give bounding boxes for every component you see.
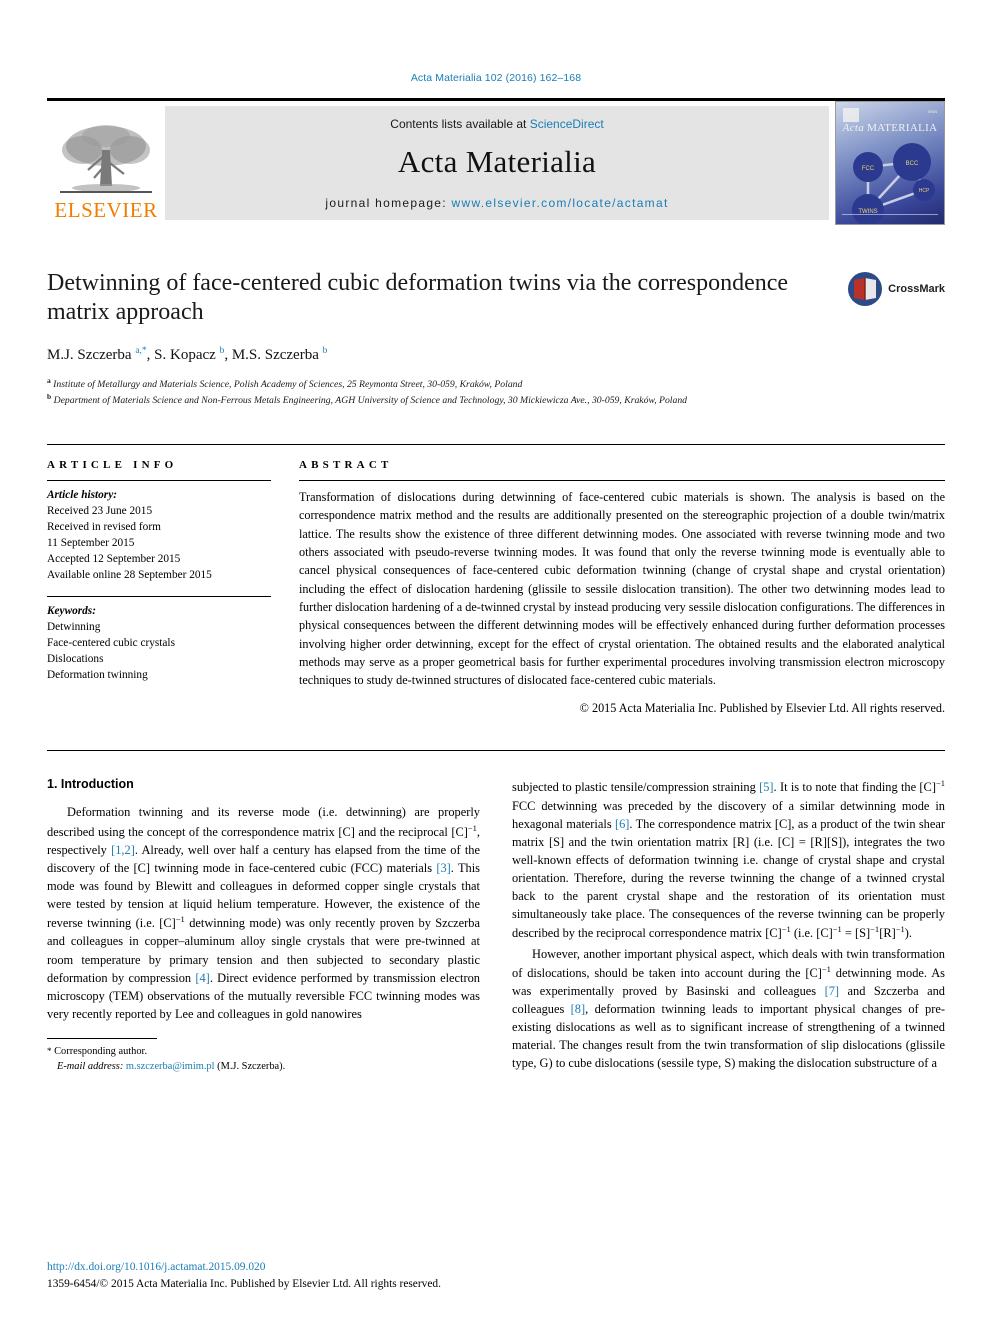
cover-corner-text: ISSN (927, 109, 937, 114)
history-item: Received 23 June 2015 (47, 505, 153, 518)
cover-publisher-mark (843, 108, 859, 122)
running-head: Acta Materialia 102 (2016) 162–168 (410, 72, 582, 84)
history-item: 11 September 2015 (47, 537, 135, 550)
journal-homepage-link[interactable]: www.elsevier.com/locate/actamat (452, 196, 669, 210)
crossmark-icon (848, 272, 883, 306)
footnote-line-2: E-mail address: m.szczerba@imim.pl (M.J.… (47, 1059, 480, 1074)
journal-title: Acta Materialia (397, 144, 597, 179)
page-title: Detwinning of face-centered cubic deform… (47, 270, 789, 326)
info-abstract-region: ARTICLE INFO Article history: Received 2… (47, 444, 945, 716)
article-info-column: ARTICLE INFO Article history: Received 2… (47, 459, 271, 716)
elsevier-logo: ELSEVIER (47, 101, 165, 225)
journal-article-page: Acta Materialia 102 (2016) 162–168 ELSEV… (0, 0, 992, 1323)
body-column-right: subjected to plastic tensile/compression… (512, 777, 945, 1074)
svg-text:FCC: FCC (862, 166, 875, 172)
affiliation-list: a Institute of Metallurgy and Materials … (47, 376, 945, 409)
email-owner: (M.J. Szczerba). (217, 1061, 286, 1073)
cover-network-diagram: FCC BCC HCP TWINS (852, 143, 935, 224)
affiliation-marker-a: a (47, 375, 51, 385)
doi-link[interactable]: http://dx.doi.org/10.1016/j.actamat.2015… (47, 1261, 265, 1273)
history-item: Received in revised form (47, 521, 161, 534)
page-footer: http://dx.doi.org/10.1016/j.actamat.2015… (47, 1259, 945, 1293)
affiliation-b: b Department of Materials Science and No… (47, 392, 945, 408)
corresponding-author-footnote: * Corresponding author. E-mail address: … (47, 1038, 480, 1074)
keywords-label: Keywords: (47, 605, 96, 618)
contents-available-line: Contents lists available at ScienceDirec… (390, 117, 603, 131)
journal-homepage-label: journal homepage: (325, 196, 452, 210)
email-address-label: E-mail address: (57, 1061, 124, 1073)
footnote-star-marker: * (47, 1046, 52, 1057)
abstract-text: Transformation of dislocations during de… (299, 490, 945, 688)
journal-masthead: ELSEVIER Contents lists available at Sci… (47, 98, 945, 225)
journal-homepage-line: journal homepage: www.elsevier.com/locat… (325, 196, 668, 210)
history-item: Available online 28 September 2015 (47, 569, 212, 582)
contents-available-text: Contents lists available at (390, 117, 530, 131)
abstract-copyright: © 2015 Acta Materialia Inc. Published by… (579, 701, 945, 716)
article-info-heading: ARTICLE INFO (47, 459, 178, 472)
history-item: Accepted 12 September 2015 (47, 553, 181, 566)
body-column-left: 1. Introduction Deformation twinning and… (47, 777, 480, 1074)
cover-title-italic: Acta (842, 122, 865, 134)
email-link[interactable]: m.szczerba@imim.pl (126, 1061, 215, 1072)
elsevier-tree-icon (60, 125, 152, 193)
keyword-item: Dislocations (47, 653, 104, 666)
journal-band: Contents lists available at ScienceDirec… (165, 106, 829, 220)
keyword-item: Detwinning (47, 621, 101, 634)
cover-title-caps: MATERIALIA (867, 122, 938, 134)
abstract-column: ABSTRACT Transformation of dislocations … (299, 459, 945, 716)
abstract-heading: ABSTRACT (299, 459, 393, 472)
issn-copyright-line: 1359-6454/© 2015 Acta Materialia Inc. Pu… (47, 1277, 441, 1290)
paragraph: Deformation twinning and its reverse mod… (47, 805, 481, 1021)
paragraph: subjected to plastic tensile/compression… (512, 778, 946, 941)
affiliation-a-text: Institute of Metallurgy and Materials Sc… (53, 378, 523, 390)
cover-footer-rule (842, 214, 938, 220)
keyword-item: Face-centered cubic crystals (47, 637, 175, 650)
keywords-group: Keywords: Detwinning Face-centered cubic… (47, 597, 271, 683)
elsevier-wordmark: ELSEVIER (54, 198, 158, 222)
svg-text:BCC: BCC (906, 161, 919, 167)
affiliation-b-text: Department of Materials Science and Non-… (53, 395, 688, 407)
corresponding-author-text: Corresponding author. (54, 1046, 148, 1058)
crossmark-badge[interactable]: CrossMark (847, 271, 945, 307)
paragraph: However, another important physical aspe… (512, 946, 945, 1071)
article-history-label: Article history: (47, 489, 117, 502)
title-block: CrossMark Detwinning of face-centered cu… (47, 269, 945, 408)
journal-cover-thumbnail[interactable]: ISSN Acta MATERIALIA FCC BCC HCP TWINS (835, 101, 945, 225)
cover-title: Acta MATERIALIA (836, 122, 944, 134)
article-history-group: Article history: Received 23 June 2015 R… (47, 481, 271, 583)
footnote-line-1: * Corresponding author. (47, 1044, 480, 1059)
body-region: 1. Introduction Deformation twinning and… (47, 750, 945, 1074)
keyword-item: Deformation twinning (47, 669, 148, 682)
crossmark-label: CrossMark (888, 283, 945, 295)
svg-text:HCP: HCP (919, 188, 930, 194)
section-heading-introduction: 1. Introduction (47, 777, 134, 792)
affiliation-marker-b: b (47, 391, 52, 401)
sciencedirect-link[interactable]: ScienceDirect (530, 117, 604, 131)
author-list: M.J. Szczerba a,*, S. Kopacz b, M.S. Szc… (47, 345, 328, 363)
affiliation-a: a Institute of Metallurgy and Materials … (47, 376, 945, 392)
footnote-rule (47, 1038, 157, 1040)
